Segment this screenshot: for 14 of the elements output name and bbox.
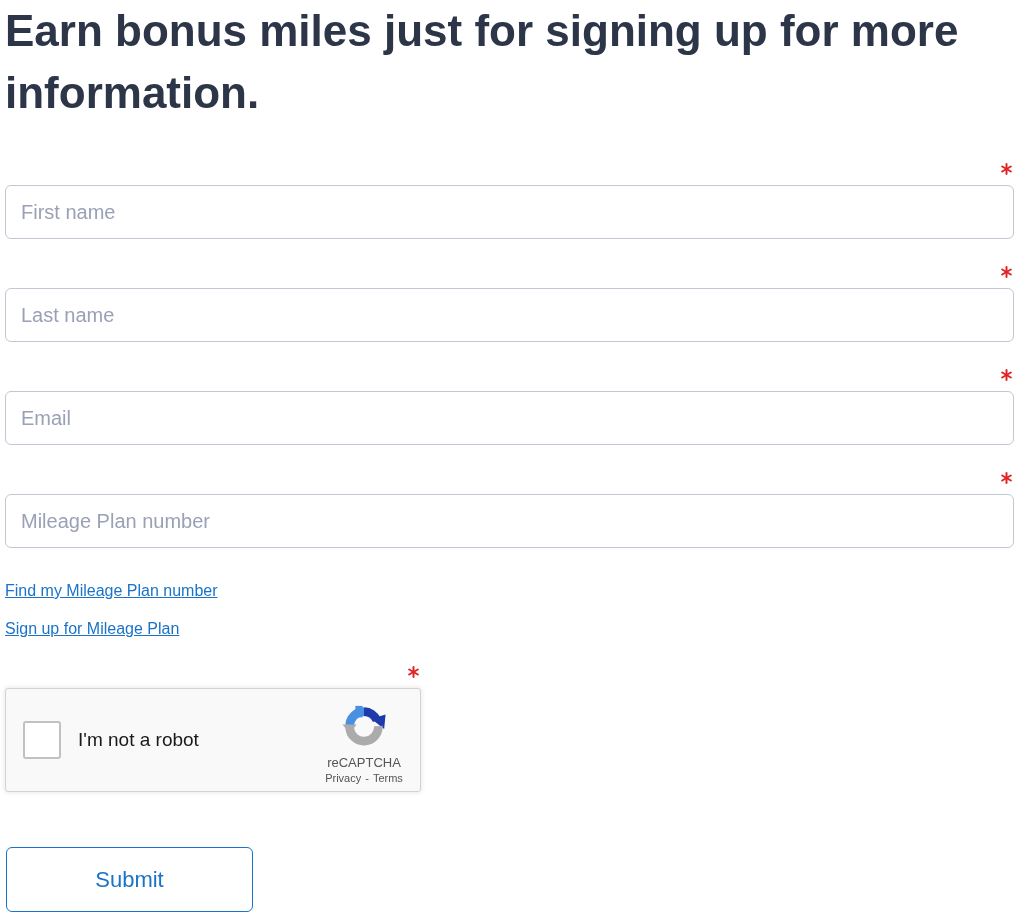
input-field[interactable]: Email [5, 391, 1014, 445]
text-link[interactable]: Sign up for Mileage Plan [5, 619, 180, 639]
input-field[interactable]: First name [5, 185, 1014, 239]
captcha-label: I'm not a robot [78, 729, 199, 751]
captcha-checkbox[interactable] [23, 721, 61, 759]
privacy-link[interactable]: Privacy [325, 772, 362, 785]
captcha-brand: reCAPTCHA [327, 755, 401, 770]
input-field[interactable]: Last name [5, 288, 1014, 342]
text-link[interactable]: Find my Mileage Plan number [5, 581, 218, 601]
input-field[interactable]: Mileage Plan number [5, 494, 1014, 548]
separator-text: - [365, 772, 369, 785]
terms-link[interactable]: Terms [372, 772, 403, 785]
submit-button[interactable]: Submit [6, 847, 253, 912]
page-heading: Earn bonus miles just for signing up for more information. [5, 5, 960, 119]
